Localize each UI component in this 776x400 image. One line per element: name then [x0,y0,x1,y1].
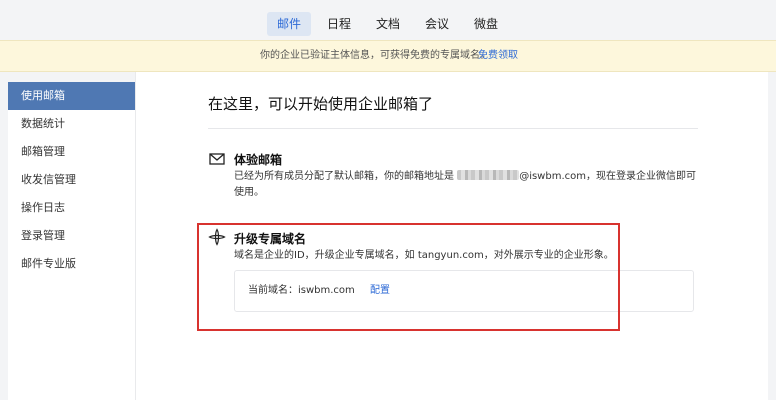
page-title: 在这里，可以开始使用企业邮箱了 [208,95,434,113]
tab-drive[interactable]: 微盘 [466,12,506,36]
divider [208,128,698,129]
notice-banner: 你的企业已验证主体信息，可获得免费的专属域名。 免费领取 [0,40,776,72]
sidebar-item-send-receive[interactable]: 收发信管理 [8,166,135,194]
free-claim-link[interactable]: 免费领取 [478,41,518,71]
tab-calendar[interactable]: 日程 [319,12,359,36]
tab-meeting[interactable]: 会议 [417,12,457,36]
trial-desc-domain: @iswbm.com，现在登录企业微信即可 [519,171,696,182]
tab-docs[interactable]: 文档 [368,12,408,36]
trial-desc-line2: 使用。 [234,187,264,198]
sidebar-item-statistics[interactable]: 数据统计 [8,110,135,138]
trial-mailbox-title: 体验邮箱 [234,153,283,167]
sidebar-item-login-management[interactable]: 登录管理 [8,222,135,250]
trial-mailbox-desc: 已经为所有成员分配了默认邮箱，你的邮箱地址是 @iswbm.com，现在登录企业… [234,169,704,201]
trial-desc-text: 已经为所有成员分配了默认邮箱，你的邮箱地址是 [234,171,454,182]
sidebar-item-use-mailbox[interactable]: 使用邮箱 [8,82,135,110]
sidebar-item-operation-log[interactable]: 操作日志 [8,194,135,222]
blurred-address [457,170,520,180]
top-nav: 邮件 日程 文档 会议 微盘 [0,0,776,40]
sidebar-item-mailbox-management[interactable]: 邮箱管理 [8,138,135,166]
highlight-frame [197,223,620,331]
mail-icon [209,153,225,165]
tab-mail[interactable]: 邮件 [267,12,311,36]
sidebar: 使用邮箱 数据统计 邮箱管理 收发信管理 操作日志 登录管理 邮件专业版 [8,82,135,400]
sidebar-item-mail-pro[interactable]: 邮件专业版 [8,250,135,278]
banner-message: 你的企业已验证主体信息，可获得免费的专属域名。 [260,50,490,61]
